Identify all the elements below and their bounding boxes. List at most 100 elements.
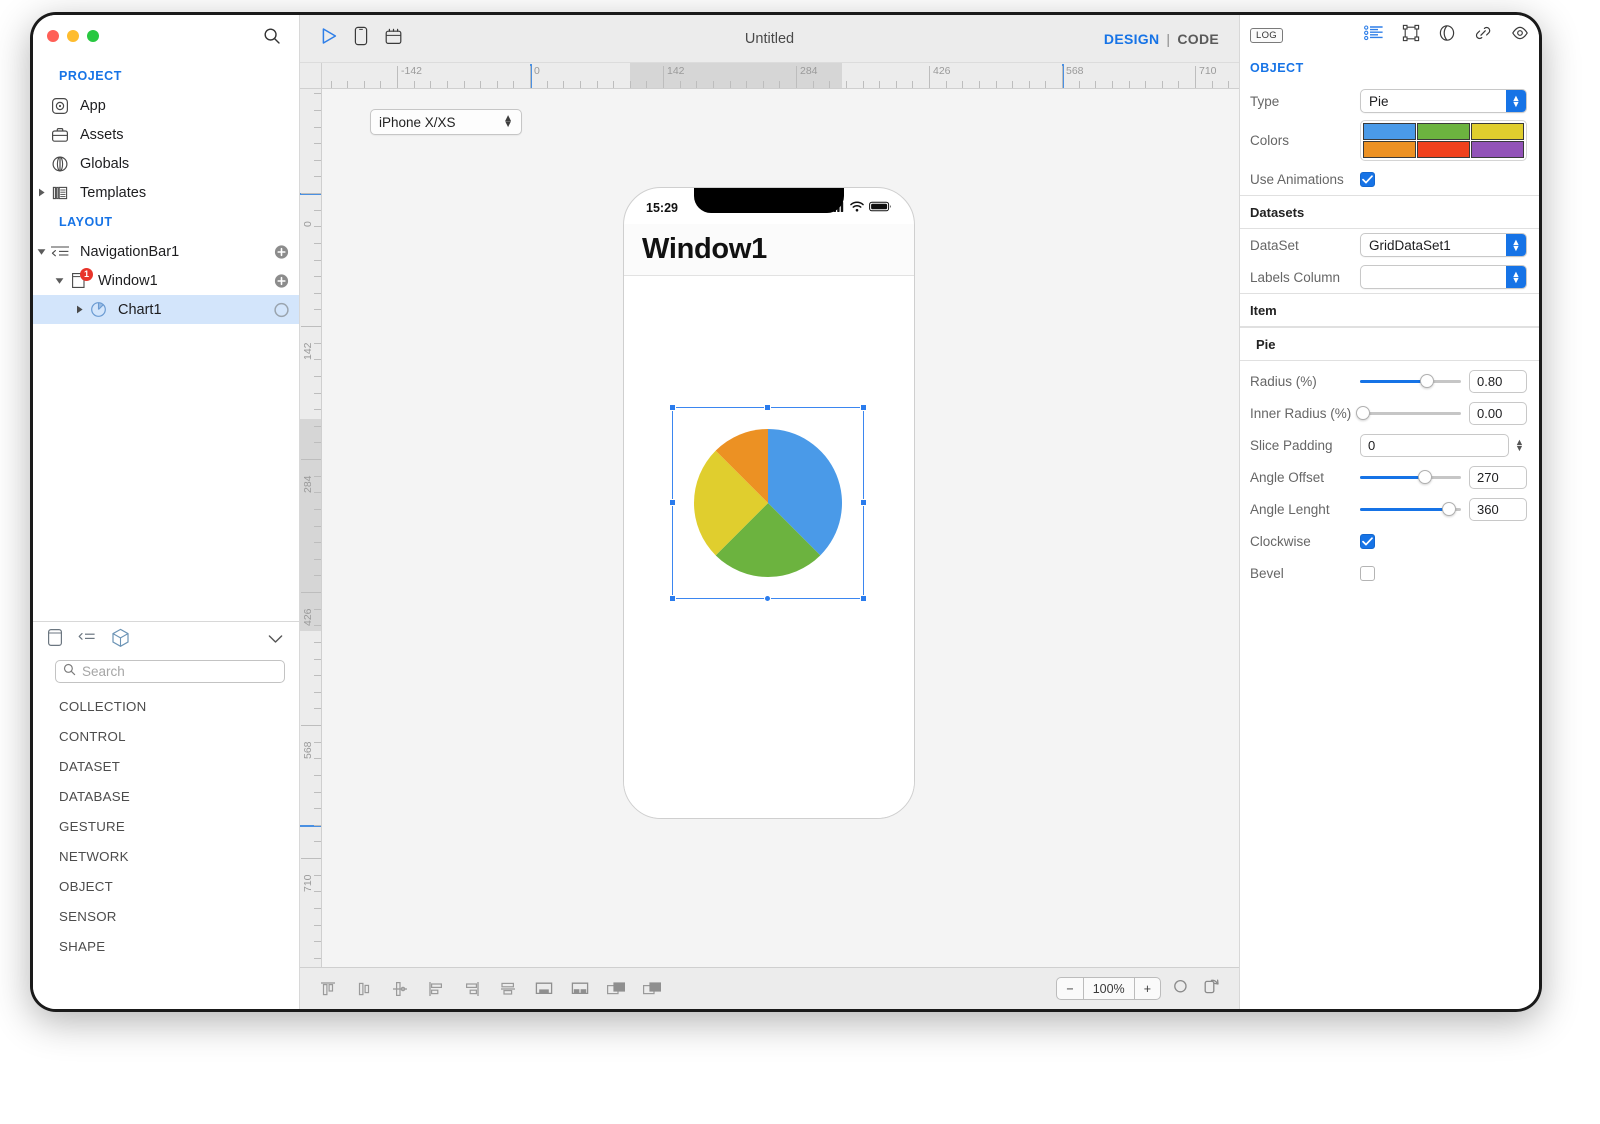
align-left-icon[interactable] — [426, 979, 446, 999]
resize-handle-bottom-center[interactable] — [764, 595, 771, 602]
resize-handle-middle-left[interactable] — [669, 499, 676, 506]
distribute-icon[interactable] — [570, 979, 590, 999]
twisty-expanded-icon[interactable] — [51, 276, 67, 285]
tree-item-globals[interactable]: Globals — [33, 149, 299, 178]
ruler-vertical[interactable]: 0142284426568710852 — [300, 89, 322, 967]
tree-item-chart1[interactable]: Chart1 — [33, 295, 299, 324]
tree-item-navigationbar1[interactable]: NavigationBar1 — [33, 237, 299, 266]
slider-knob[interactable] — [1441, 502, 1456, 516]
color-swatch-6[interactable] — [1471, 140, 1524, 158]
library-category-object[interactable]: OBJECT — [33, 871, 299, 901]
minimize-button[interactable] — [67, 30, 79, 42]
clockwise-checkbox[interactable] — [1360, 533, 1375, 549]
device-icon[interactable] — [354, 26, 368, 51]
color-swatch-4[interactable] — [1363, 140, 1416, 158]
twisty-collapsed-icon[interactable] — [33, 188, 49, 197]
appearance-icon[interactable] — [1438, 24, 1456, 47]
color-swatch-3[interactable] — [1471, 122, 1524, 140]
ruler-horizontal[interactable]: -284-1420142284426568710 — [300, 63, 1239, 89]
color-swatch-2[interactable] — [1417, 122, 1470, 140]
resize-handle-bottom-left[interactable] — [669, 595, 676, 602]
resize-handle-bottom-right[interactable] — [860, 595, 867, 602]
tab-design[interactable]: DESIGN — [1104, 31, 1159, 47]
dropdown-arrows-icon[interactable]: ▲ ▼ — [1506, 90, 1526, 112]
resize-handle-top-right[interactable] — [860, 404, 867, 411]
pie-chart[interactable] — [692, 427, 844, 579]
zoom-in-button[interactable]: + — [1135, 978, 1160, 999]
search-field[interactable] — [55, 660, 285, 683]
object-tab-icon[interactable] — [111, 628, 130, 653]
zoom-out-button[interactable]: − — [1057, 978, 1082, 999]
inner-radius-slider[interactable] — [1356, 405, 1461, 421]
type-dropdown[interactable]: Pie ▲ ▼ — [1360, 89, 1527, 113]
library-category-control[interactable]: CONTROL — [33, 721, 299, 751]
tab-code[interactable]: CODE — [1177, 31, 1219, 47]
chart-status-indicator[interactable] — [274, 302, 289, 317]
window-tab-icon[interactable] — [47, 628, 63, 652]
align-horizontal-icon[interactable] — [498, 979, 518, 999]
align-bottom-icon[interactable] — [390, 979, 410, 999]
twisty-expanded-icon[interactable] — [33, 247, 49, 256]
zoom-button[interactable] — [87, 30, 99, 42]
library-category-sensor[interactable]: SENSOR — [33, 901, 299, 931]
library-category-shape[interactable]: SHAPE — [33, 931, 299, 961]
close-button[interactable] — [47, 30, 59, 42]
device-selector[interactable]: iPhone X/XS ▲ ▼ — [370, 109, 522, 135]
tree-item-templates[interactable]: Templates — [33, 178, 299, 207]
search-icon[interactable] — [263, 27, 281, 45]
design-canvas[interactable]: iPhone X/XS ▲ ▼ 15:29 Window1 — [322, 89, 1239, 967]
color-swatch-5[interactable] — [1417, 140, 1470, 158]
layout-frame-icon[interactable] — [1402, 24, 1420, 47]
slider-knob[interactable] — [1417, 470, 1432, 484]
align-top-icon[interactable] — [318, 979, 338, 999]
rotate-device-icon[interactable] — [1202, 977, 1221, 1000]
slider-knob[interactable] — [1419, 374, 1434, 388]
add-child-button[interactable] — [274, 244, 289, 259]
color-swatch-grid[interactable] — [1360, 119, 1527, 161]
align-vertical-icon[interactable] — [354, 979, 374, 999]
angle-offset-value[interactable]: 270 — [1469, 465, 1527, 489]
angle-offset-slider[interactable] — [1360, 469, 1461, 485]
tree-item-assets[interactable]: Assets — [33, 120, 299, 149]
library-category-gesture[interactable]: GESTURE — [33, 811, 299, 841]
angle-length-value[interactable]: 360 — [1469, 497, 1527, 521]
properties-list-icon[interactable] — [1364, 24, 1384, 46]
add-child-button[interactable] — [274, 273, 289, 288]
preview-eye-icon[interactable] — [1511, 24, 1529, 47]
search-input[interactable] — [82, 664, 277, 679]
inner-radius-value[interactable]: 0.00 — [1469, 401, 1527, 425]
library-category-collection[interactable]: COLLECTION — [33, 691, 299, 721]
bindings-link-icon[interactable] — [1474, 24, 1493, 47]
chevron-down-icon[interactable] — [268, 631, 283, 649]
dataset-dropdown[interactable]: GridDataSet1 ▲ ▼ — [1360, 233, 1527, 257]
labels-column-dropdown[interactable]: ▲ ▼ — [1360, 265, 1527, 289]
phone-content-area[interactable] — [624, 276, 914, 818]
list-tab-icon[interactable] — [77, 630, 97, 650]
library-category-network[interactable]: NETWORK — [33, 841, 299, 871]
stepper-arrows-icon[interactable]: ▲ ▼ — [503, 113, 513, 130]
library-category-database[interactable]: DATABASE — [33, 781, 299, 811]
send-backward-icon[interactable] — [642, 979, 662, 999]
radius-value[interactable]: 0.80 — [1469, 369, 1527, 393]
chart-selection-box[interactable] — [669, 404, 867, 602]
twisty-collapsed-icon[interactable] — [71, 305, 87, 314]
log-button[interactable]: LOG — [1250, 27, 1283, 43]
ruler-horizontal-track[interactable]: -284-1420142284426568710 — [322, 63, 1239, 88]
phone-mockup[interactable]: 15:29 Window1 — [623, 187, 915, 819]
fill-parent-icon[interactable] — [534, 979, 554, 999]
color-swatch-1[interactable] — [1363, 122, 1416, 140]
play-icon[interactable] — [320, 27, 338, 50]
resize-handle-top-center[interactable] — [764, 404, 771, 411]
library-category-dataset[interactable]: DATASET — [33, 751, 299, 781]
use-animations-checkbox[interactable] — [1360, 171, 1375, 187]
slice-padding-value[interactable]: 0 — [1360, 433, 1509, 457]
align-right-icon[interactable] — [462, 979, 482, 999]
tree-item-app[interactable]: App — [33, 91, 299, 120]
dropdown-arrows-icon[interactable]: ▲ ▼ — [1506, 266, 1526, 288]
slider-knob[interactable] — [1356, 406, 1370, 420]
bevel-checkbox[interactable] — [1360, 565, 1375, 581]
bring-forward-icon[interactable] — [606, 979, 626, 999]
resize-handle-middle-right[interactable] — [860, 499, 867, 506]
radius-slider[interactable] — [1360, 373, 1461, 389]
resize-handle-top-left[interactable] — [669, 404, 676, 411]
